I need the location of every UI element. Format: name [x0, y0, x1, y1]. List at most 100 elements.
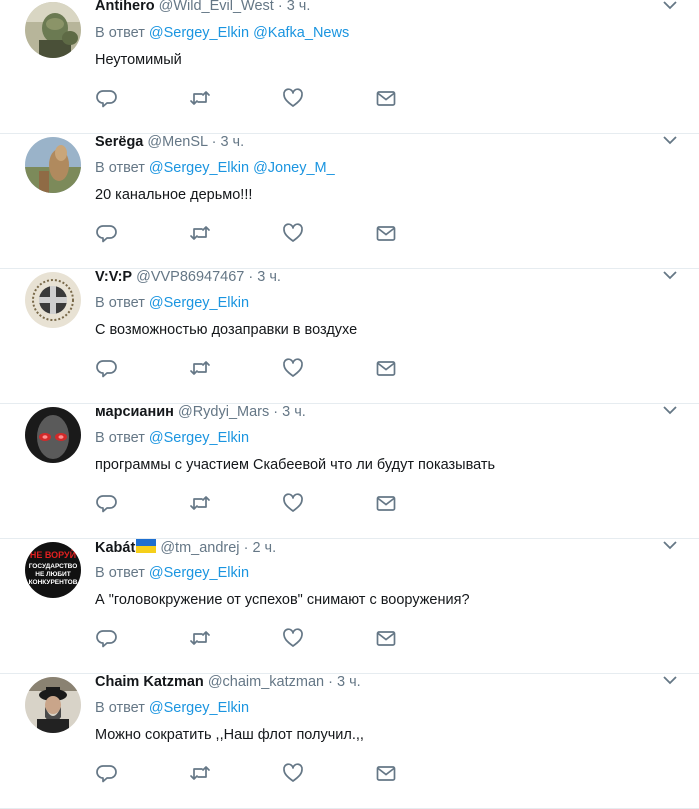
- mention-link[interactable]: @Sergey_Elkin: [149, 700, 249, 716]
- tweet[interactable]: Chaim Katzman @chaim_katzman · 3 ч. В от…: [0, 674, 699, 809]
- reply-prefix: В ответ: [95, 565, 145, 581]
- tweet[interactable]: V:V:P @VVP86947467 · 3 ч. В ответ @Serge…: [0, 269, 699, 404]
- separator-dot: ·: [328, 674, 333, 690]
- like-button[interactable]: [282, 762, 304, 784]
- author-name[interactable]: марсианин: [95, 404, 174, 420]
- separator-dot: ·: [248, 269, 254, 285]
- more-options-chevron[interactable]: [661, 536, 679, 554]
- reply-button[interactable]: [96, 492, 118, 514]
- retweet-button[interactable]: [189, 627, 211, 649]
- mention-link[interactable]: @Kafka_News: [253, 25, 349, 41]
- reply-button[interactable]: [96, 627, 118, 649]
- tweet-time[interactable]: 3 ч.: [257, 269, 281, 285]
- direct-message-button[interactable]: [375, 762, 397, 784]
- envelope-icon: [376, 631, 396, 646]
- mention-link[interactable]: @Sergey_Elkin: [149, 160, 249, 176]
- avatar-text-line: ГОСУДАРСТВО: [29, 563, 78, 570]
- retweet-icon: [190, 766, 210, 780]
- tweet[interactable]: Serёga @MenSL · 3 ч. В ответ @Sergey_Elk…: [0, 134, 699, 269]
- tweet[interactable]: НЕ ВОРУЙ ГОСУДАРСТВО НЕ ЛЮБИТ КОНКУРЕНТО…: [0, 539, 699, 674]
- separator-dot: ·: [273, 404, 279, 420]
- reply-prefix: В ответ: [95, 160, 145, 176]
- tweet-text: Можно сократить ,,Наш флот получил.,,: [95, 727, 364, 743]
- author-handle[interactable]: @tm_andrej: [160, 540, 239, 556]
- tweet-text: программы с участием Скабеевой что ли бу…: [95, 457, 496, 473]
- tweet-time[interactable]: 2 ч.: [252, 540, 276, 556]
- avatar[interactable]: НЕ ВОРУЙ ГОСУДАРСТВО НЕ ЛЮБИТ КОНКУРЕНТО…: [25, 542, 81, 598]
- heart-icon: [283, 493, 303, 512]
- avatar-image: [25, 2, 81, 58]
- retweet-button[interactable]: [189, 492, 211, 514]
- direct-message-button[interactable]: [375, 627, 397, 649]
- avatar-text-line: НЕ ВОРУЙ: [30, 549, 76, 560]
- envelope-icon: [376, 91, 396, 106]
- reply-icon: [96, 90, 117, 108]
- mention-link[interactable]: @Sergey_Elkin: [149, 430, 249, 446]
- chevron-down-icon: [663, 541, 677, 550]
- avatar[interactable]: [25, 272, 81, 328]
- like-button[interactable]: [282, 87, 304, 109]
- author-name[interactable]: Chaim Katzman: [95, 674, 204, 690]
- tweet-text: С возможностью дозаправки в воздухе: [95, 322, 358, 338]
- tweet-time[interactable]: 3 ч.: [282, 404, 306, 420]
- like-button[interactable]: [282, 222, 304, 244]
- author-handle[interactable]: @Rydyi_Mars: [178, 404, 269, 420]
- avatar[interactable]: [25, 407, 81, 463]
- direct-message-button[interactable]: [375, 357, 397, 379]
- retweet-icon: [190, 631, 210, 645]
- ukraine-flag-icon: [136, 539, 157, 553]
- like-button[interactable]: [282, 627, 304, 649]
- heart-icon: [283, 628, 303, 647]
- avatar[interactable]: [25, 137, 81, 193]
- tweet-time[interactable]: 3 ч.: [337, 674, 361, 690]
- author-name[interactable]: V:V:P: [95, 269, 132, 285]
- avatar[interactable]: [25, 2, 81, 58]
- more-options-chevron[interactable]: [661, 0, 679, 14]
- retweet-button[interactable]: [189, 87, 211, 109]
- reply-button[interactable]: [96, 87, 118, 109]
- direct-message-button[interactable]: [375, 222, 397, 244]
- more-options-chevron[interactable]: [661, 131, 679, 149]
- replies-feed: Antihero @Wild_Evil_West · 3 ч. В ответ …: [0, 0, 699, 809]
- mention-link[interactable]: @Sergey_Elkin: [149, 295, 249, 311]
- heart-icon: [283, 358, 303, 377]
- more-options-chevron[interactable]: [661, 401, 679, 419]
- avatar-text-line: КОНКУРЕНТОВ: [29, 579, 78, 586]
- author-name[interactable]: Kabát: [95, 540, 135, 556]
- separator-dot: ·: [211, 134, 217, 150]
- envelope-icon: [376, 226, 396, 241]
- more-options-chevron[interactable]: [661, 671, 679, 689]
- like-button[interactable]: [282, 492, 304, 514]
- reply-button[interactable]: [96, 762, 118, 784]
- author-handle[interactable]: @Wild_Evil_West: [159, 0, 274, 14]
- avatar-text-line: НЕ ЛЮБИТ: [35, 571, 70, 578]
- avatar[interactable]: [25, 677, 81, 733]
- author-handle[interactable]: @MenSL: [147, 134, 207, 150]
- author-handle[interactable]: @VVP86947467: [136, 269, 244, 285]
- retweet-button[interactable]: [189, 222, 211, 244]
- tweet-time[interactable]: 3 ч.: [287, 0, 311, 14]
- reply-button[interactable]: [96, 222, 118, 244]
- mention-link[interactable]: @Sergey_Elkin: [149, 565, 249, 581]
- retweet-button[interactable]: [189, 357, 211, 379]
- retweet-button[interactable]: [189, 762, 211, 784]
- direct-message-button[interactable]: [375, 87, 397, 109]
- reply-prefix: В ответ: [95, 25, 145, 41]
- tweet[interactable]: Antihero @Wild_Evil_West · 3 ч. В ответ …: [0, 0, 699, 134]
- tweet[interactable]: марсианин @Rydyi_Mars · 3 ч. В ответ @Se…: [0, 404, 699, 539]
- heart-icon: [283, 88, 303, 107]
- author-name[interactable]: Serёga: [95, 134, 143, 150]
- author-handle[interactable]: @chaim_katzman: [208, 674, 324, 690]
- direct-message-button[interactable]: [375, 492, 397, 514]
- avatar-image: [25, 677, 81, 733]
- mention-link[interactable]: @Joney_M_: [253, 160, 335, 176]
- tweet-text: Неутомимый: [95, 52, 182, 68]
- mention-link[interactable]: @Sergey_Elkin: [149, 25, 249, 41]
- separator-dot: ·: [243, 540, 249, 556]
- author-name[interactable]: Antihero: [95, 0, 155, 14]
- like-button[interactable]: [282, 357, 304, 379]
- reply-button[interactable]: [96, 357, 118, 379]
- reply-context: В ответ @Sergey_Elkin: [95, 565, 249, 581]
- tweet-time[interactable]: 3 ч.: [220, 134, 244, 150]
- more-options-chevron[interactable]: [661, 266, 679, 284]
